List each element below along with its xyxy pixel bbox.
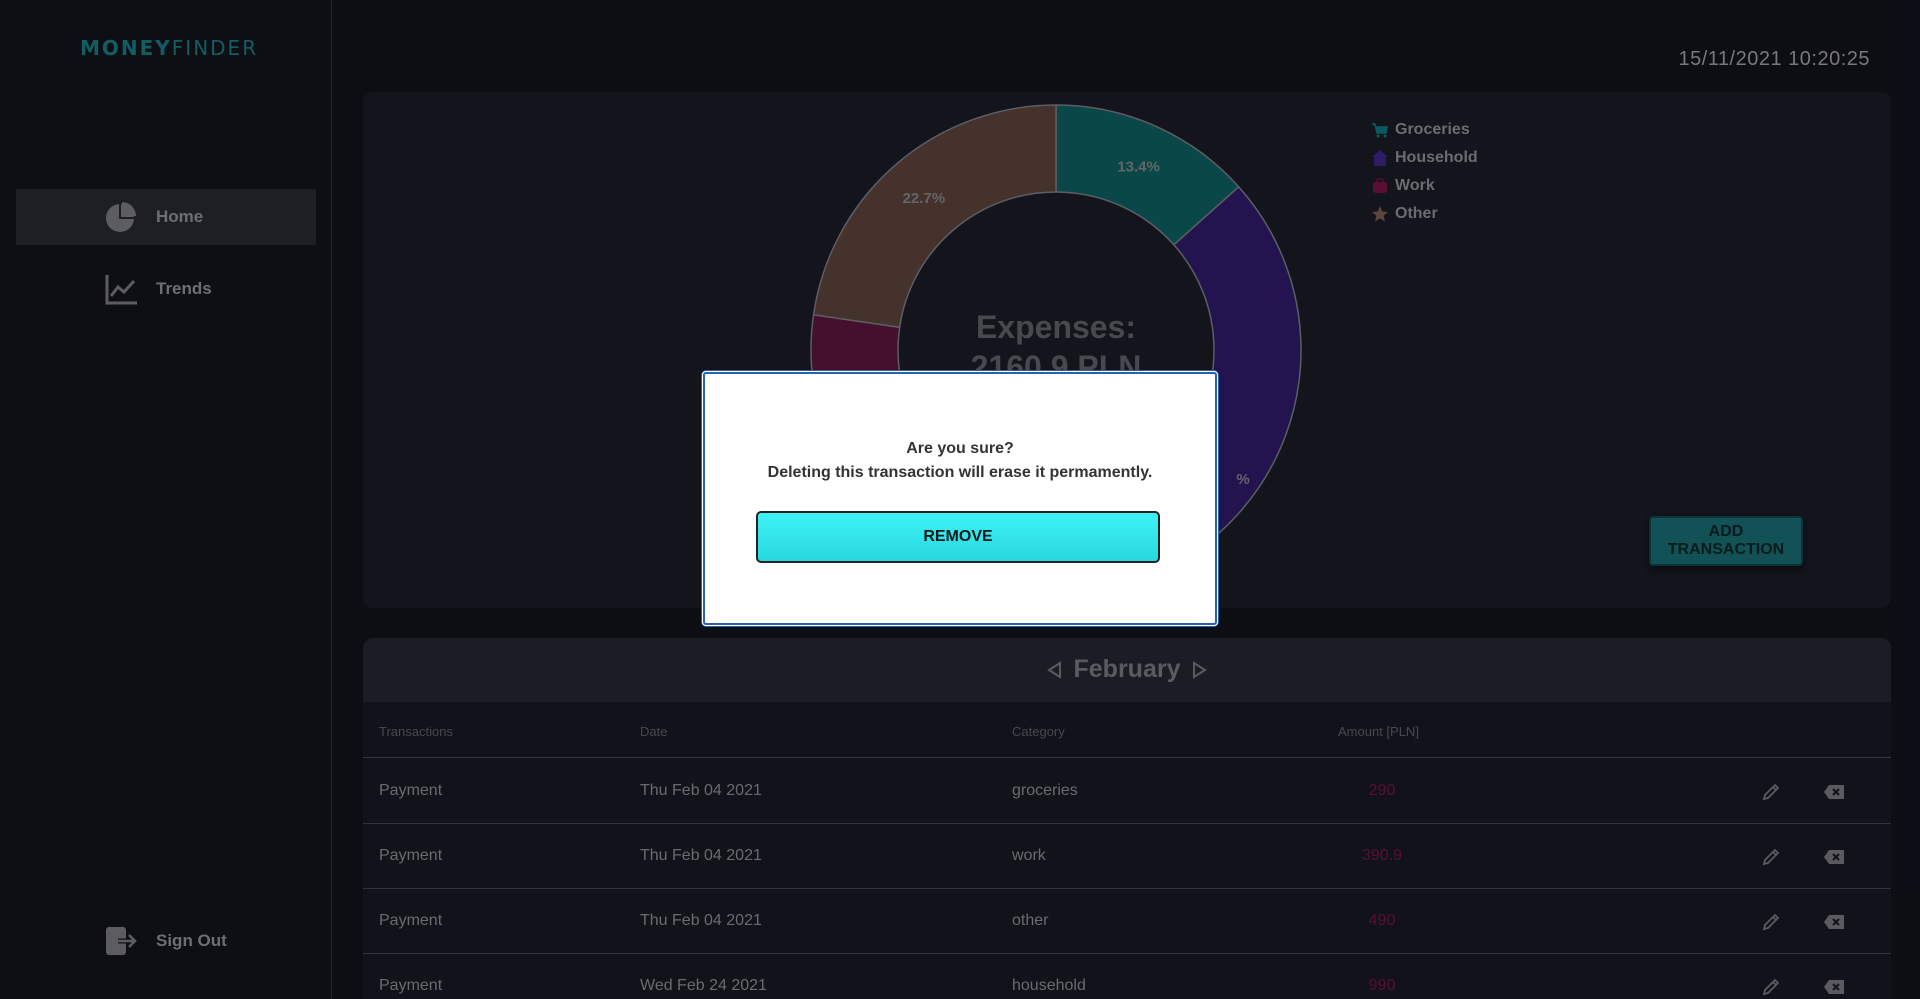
dialog-title: Are you sure? bbox=[906, 440, 1014, 457]
dialog-message: Deleting this transaction will erase it … bbox=[767, 464, 1153, 481]
confirm-delete-dialog: Are you sure? Deleting this transaction … bbox=[703, 372, 1217, 625]
remove-button[interactable]: REMOVE bbox=[756, 511, 1160, 563]
